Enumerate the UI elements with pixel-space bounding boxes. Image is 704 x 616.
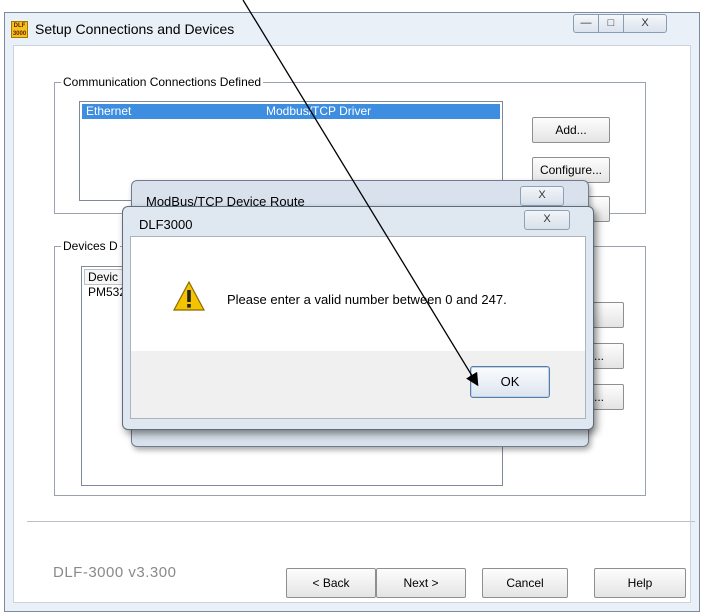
close-icon: X: [543, 213, 551, 225]
alert-message-area: Please enter a valid number between 0 an…: [131, 237, 585, 351]
back-label: < Back: [312, 576, 350, 590]
ok-button[interactable]: OK: [470, 366, 550, 398]
version-label: DLF-3000 v3.300: [53, 564, 177, 581]
minimize-icon: —: [580, 17, 592, 29]
device-button-2-label: ...: [593, 349, 604, 363]
ok-label: OK: [500, 374, 520, 389]
device-route-close-button[interactable]: X: [520, 186, 564, 206]
device-button-3-label: ...: [593, 390, 604, 404]
alert-dialog-body: Please enter a valid number between 0 an…: [130, 236, 586, 419]
back-button[interactable]: < Back: [286, 568, 376, 598]
add-label: Add...: [555, 123, 587, 137]
window-title: Setup Connections and Devices: [35, 21, 235, 37]
add-button[interactable]: Add...: [532, 117, 610, 143]
connections-legend: Communication Connections Defined: [61, 75, 264, 89]
connection-name: Ethernet: [86, 104, 132, 118]
maximize-icon: □: [607, 17, 615, 29]
minimize-button[interactable]: —: [573, 14, 599, 33]
title-bar: DLF 3000 Setup Connections and Devices — …: [5, 13, 699, 45]
close-button[interactable]: X: [623, 14, 667, 33]
cancel-label: Cancel: [506, 576, 544, 590]
next-label: Next >: [403, 576, 439, 590]
warning-icon: [173, 281, 205, 311]
cancel-button[interactable]: Cancel: [482, 568, 568, 598]
help-button[interactable]: Help: [594, 568, 686, 598]
close-icon: X: [641, 17, 649, 29]
app-logo-icon: DLF 3000: [11, 21, 28, 38]
list-item[interactable]: Ethernet Modbus/TCP Driver: [82, 104, 500, 119]
help-label: Help: [627, 576, 653, 590]
alert-message: Please enter a valid number between 0 an…: [227, 292, 507, 307]
footer-divider: [27, 521, 695, 522]
next-button[interactable]: Next >: [376, 568, 466, 598]
list-item[interactable]: PM532: [88, 285, 126, 299]
configure-label: Configure...: [539, 163, 603, 177]
close-icon: X: [538, 189, 546, 201]
maximize-button[interactable]: □: [598, 14, 624, 33]
alert-dialog-title: DLF3000: [139, 217, 193, 232]
connection-driver: Modbus/TCP Driver: [266, 104, 372, 118]
alert-dialog: DLF3000 X Please enter a valid number be…: [122, 206, 594, 430]
devices-legend: Devices D: [61, 239, 120, 253]
alert-close-button[interactable]: X: [524, 210, 570, 230]
